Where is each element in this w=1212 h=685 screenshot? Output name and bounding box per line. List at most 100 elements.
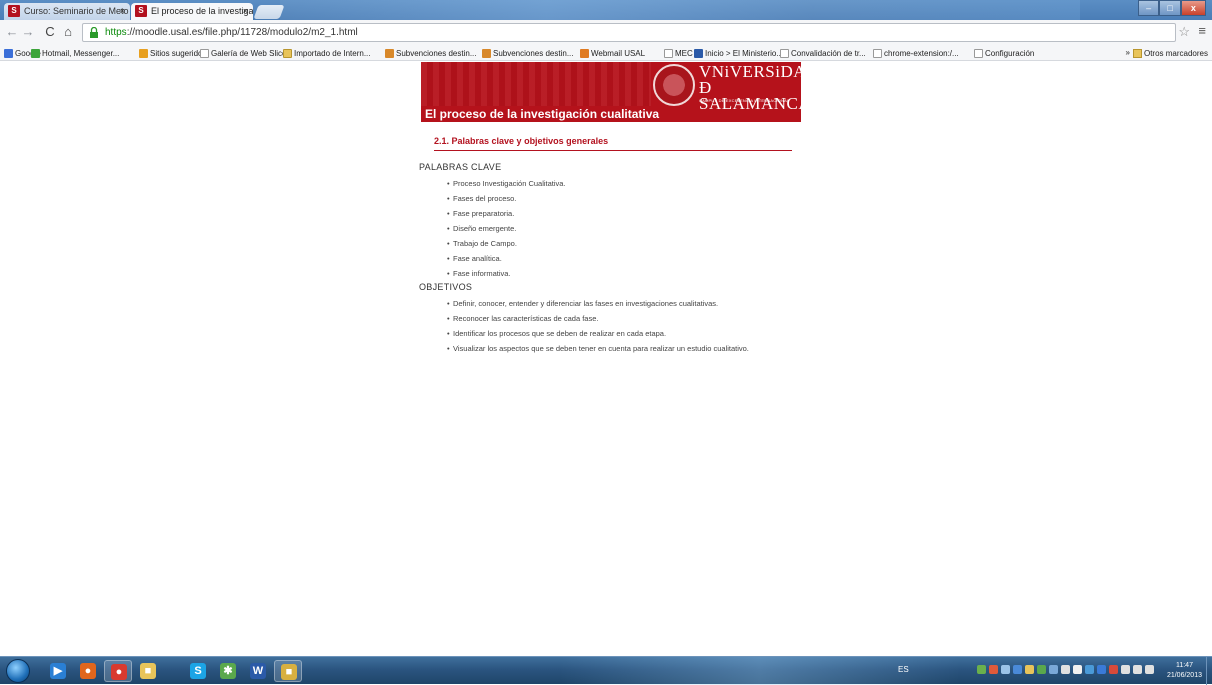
tray-icon[interactable] bbox=[1073, 665, 1082, 674]
tray-icon[interactable] bbox=[1145, 665, 1154, 674]
browser-menu-icon[interactable]: ≡ bbox=[1198, 23, 1206, 38]
taskbar-app-button[interactable]: S bbox=[184, 660, 212, 682]
tab-proceso-investigacion[interactable]: S El proceso de la investigac × bbox=[131, 3, 253, 20]
tab-close-icon[interactable]: × bbox=[243, 3, 248, 19]
bookmark-label: Configuración bbox=[985, 49, 1035, 58]
start-button[interactable] bbox=[6, 659, 30, 683]
window-title-bar: S Curso: Seminario de Meto × S El proces… bbox=[0, 0, 1212, 20]
bookmark-label: Sitios sugeridos bbox=[150, 49, 207, 58]
keywords-list: Proceso Investigación Cualitativa.Fases … bbox=[432, 176, 792, 281]
browser-toolbar: ← → C ⌂ https://moodle.usal.es/file.php/… bbox=[0, 20, 1212, 46]
new-tab-button[interactable] bbox=[253, 5, 285, 19]
tray-icon[interactable] bbox=[1013, 665, 1022, 674]
taskbar-app-button[interactable]: ✱ bbox=[214, 660, 242, 682]
bookmarks-overflow-chevron[interactable]: » bbox=[1126, 48, 1130, 57]
tray-icon[interactable] bbox=[1001, 665, 1010, 674]
banner-texture bbox=[421, 62, 651, 106]
bookmark-item[interactable]: Hotmail, Messenger... bbox=[31, 48, 119, 59]
bookmark-label: Subvenciones destin... bbox=[396, 49, 477, 58]
university-seal-icon bbox=[653, 64, 695, 106]
bookmark-item[interactable]: Inicio > El Ministerio... bbox=[694, 48, 783, 59]
reload-icon[interactable]: C bbox=[42, 24, 58, 40]
grant-icon bbox=[385, 49, 394, 58]
other-bookmarks-folder[interactable]: Otros marcadores bbox=[1132, 48, 1208, 59]
bookmark-label: Webmail USAL bbox=[591, 49, 646, 58]
minimize-button[interactable]: – bbox=[1138, 0, 1160, 16]
page-icon bbox=[664, 49, 673, 58]
other-bookmarks-label: Otros marcadores bbox=[1143, 49, 1208, 58]
keyword-item: Proceso Investigación Cualitativa. bbox=[432, 176, 792, 191]
forward-arrow-icon[interactable]: → bbox=[20, 24, 36, 40]
input-language[interactable]: ES bbox=[898, 665, 909, 674]
tray-icon[interactable] bbox=[989, 665, 998, 674]
file-explorer-icon: ■ bbox=[140, 663, 156, 679]
taskbar-app-button[interactable]: ● bbox=[74, 660, 102, 682]
bookmark-star-icon[interactable]: ☆ bbox=[1178, 24, 1190, 40]
tab-curso-seminario[interactable]: S Curso: Seminario de Meto × bbox=[4, 3, 130, 20]
objective-item: Reconocer las características de cada fa… bbox=[432, 311, 792, 326]
bookmark-item[interactable]: Galería de Web Slice bbox=[200, 48, 286, 59]
windows-taskbar: ▶ ● ● ■ S ✱ W ■ ES 11:47 21/06/2013 bbox=[0, 656, 1212, 685]
page-icon bbox=[200, 49, 209, 58]
home-icon[interactable]: ⌂ bbox=[60, 24, 76, 40]
objective-item: Visualizar los aspectos que se deben ten… bbox=[432, 341, 792, 356]
bookmark-item[interactable]: Convalidación de tr... bbox=[780, 48, 866, 59]
keyword-item: Fase preparatoria. bbox=[432, 206, 792, 221]
show-desktop-button[interactable] bbox=[1206, 657, 1212, 685]
taskbar-app-button[interactable]: ▶ bbox=[44, 660, 72, 682]
bookmark-item[interactable]: Importado de Intern... bbox=[283, 48, 371, 59]
bookmark-item[interactable]: chrome-extension:/... bbox=[873, 48, 959, 59]
usal-favicon-icon: S bbox=[8, 5, 20, 17]
taskbar-app-button[interactable]: ■ bbox=[274, 660, 302, 682]
folder-icon bbox=[283, 49, 292, 58]
folder-window-icon: ■ bbox=[281, 664, 297, 680]
tray-icon[interactable] bbox=[1049, 665, 1058, 674]
title-bar-glass bbox=[280, 0, 1080, 20]
page-icon bbox=[873, 49, 882, 58]
page-icon bbox=[780, 49, 789, 58]
media-player-icon: ▶ bbox=[50, 663, 66, 679]
bookmark-label: MEC bbox=[675, 49, 693, 58]
maximize-button[interactable]: □ bbox=[1159, 0, 1181, 16]
google-icon bbox=[4, 49, 13, 58]
tray-icon[interactable] bbox=[1061, 665, 1070, 674]
word-icon: W bbox=[250, 663, 266, 679]
back-arrow-icon[interactable]: ← bbox=[4, 24, 20, 40]
course-banner: VNiVERSiDAD Ð SALAMANCA CAMPUS DE EXCELE… bbox=[421, 62, 801, 122]
tray-icon[interactable] bbox=[1085, 665, 1094, 674]
bookmark-item[interactable]: Configuración bbox=[974, 48, 1034, 59]
bookmark-label: Convalidación de tr... bbox=[791, 49, 866, 58]
clock[interactable]: 11:47 21/06/2013 bbox=[1167, 661, 1202, 681]
bookmark-label: Subvenciones destin... bbox=[493, 49, 574, 58]
tray-icon[interactable] bbox=[1097, 665, 1106, 674]
bookmark-item[interactable]: Sitios sugeridos bbox=[139, 48, 206, 59]
taskbar-app-button[interactable]: ● bbox=[104, 660, 132, 682]
bookmarks-bar: » Otros marcadores Google Hotmail, Messen… bbox=[0, 46, 1212, 61]
tray-icon[interactable] bbox=[1121, 665, 1130, 674]
bookmark-item[interactable]: Webmail USAL bbox=[580, 48, 645, 59]
firefox-icon: ● bbox=[80, 663, 96, 679]
tray-icon[interactable] bbox=[1025, 665, 1034, 674]
bookmark-item[interactable]: MEC bbox=[664, 48, 693, 59]
university-logo-text: VNiVERSiDAD Ð SALAMANCA bbox=[699, 63, 801, 112]
tray-icon[interactable] bbox=[977, 665, 986, 674]
close-window-button[interactable]: x bbox=[1180, 0, 1206, 16]
keyword-item: Fases del proceso. bbox=[432, 191, 792, 206]
grant-icon bbox=[482, 49, 491, 58]
taskbar-app-button[interactable]: ■ bbox=[134, 660, 162, 682]
keyword-item: Trabajo de Campo. bbox=[432, 236, 792, 251]
objective-item: Definir, conocer, entender y diferenciar… bbox=[432, 296, 792, 311]
tab-label: Curso: Seminario de Meto bbox=[24, 6, 129, 16]
tray-icon[interactable] bbox=[1037, 665, 1046, 674]
taskbar-app-button[interactable]: W bbox=[244, 660, 272, 682]
address-bar[interactable]: https://moodle.usal.es/file.php/11728/mo… bbox=[82, 23, 1176, 42]
page-icon bbox=[974, 49, 983, 58]
tray-icon[interactable] bbox=[1109, 665, 1118, 674]
keyword-item: Fase analítica. bbox=[432, 251, 792, 266]
bookmark-item[interactable]: Subvenciones destin... bbox=[482, 48, 574, 59]
clock-date: 21/06/2013 bbox=[1166, 672, 1202, 679]
tray-icon[interactable] bbox=[1133, 665, 1142, 674]
bookmark-item[interactable]: Subvenciones destin... bbox=[385, 48, 477, 59]
tab-close-icon[interactable]: × bbox=[120, 3, 125, 19]
webmail-icon bbox=[580, 49, 589, 58]
